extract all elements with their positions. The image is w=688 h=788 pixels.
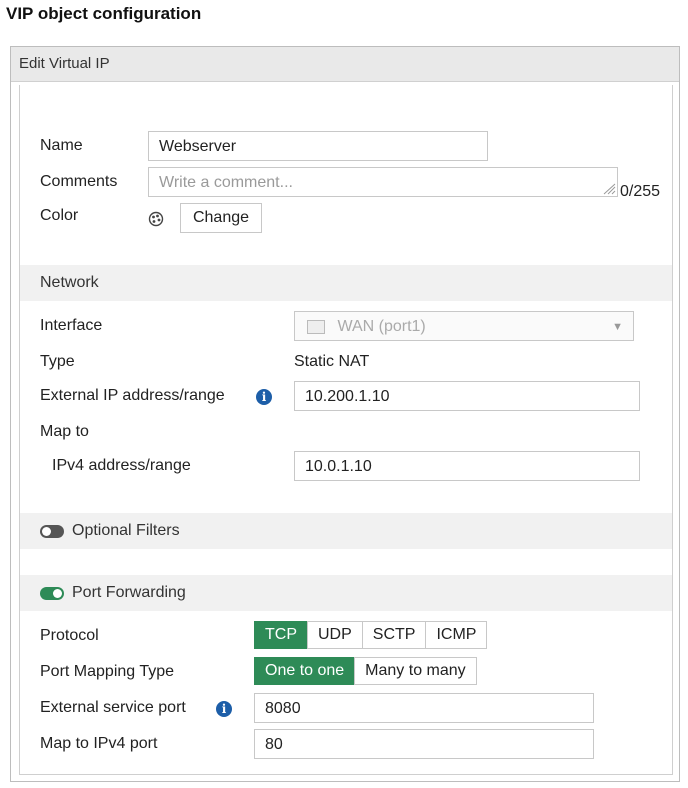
color-label: Color: [40, 207, 79, 224]
comments-textarea[interactable]: Write a comment...: [148, 167, 618, 197]
port-forwarding-section: Port Forwarding: [20, 575, 672, 611]
interface-select[interactable]: WAN (port1) ▼: [294, 311, 634, 341]
panel-title: Edit Virtual IP: [11, 47, 679, 82]
protocol-option-sctp[interactable]: SCTP: [361, 621, 427, 649]
optional-filters-section: Optional Filters: [20, 513, 672, 549]
name-label: Name: [40, 137, 83, 154]
comments-counter: 0/255: [620, 183, 661, 200]
map-to-ipv4-port-label: Map to IPv4 port: [40, 735, 158, 752]
mapping-option-many-to-many[interactable]: Many to many: [354, 657, 477, 685]
name-input[interactable]: Webserver: [148, 131, 488, 161]
optional-filters-label: Optional Filters: [72, 522, 180, 539]
protocol-option-udp[interactable]: UDP: [307, 621, 363, 649]
external-ip-label: External IP address/range: [40, 387, 225, 404]
port-mapping-type-label: Port Mapping Type: [40, 663, 175, 680]
port-forwarding-label: Port Forwarding: [72, 584, 186, 601]
info-icon[interactable]: i: [256, 389, 272, 405]
interface-value: WAN (port1): [337, 318, 426, 335]
external-ip-input[interactable]: 10.200.1.10: [294, 381, 640, 411]
protocol-option-tcp[interactable]: TCP: [254, 621, 308, 649]
comments-label: Comments: [40, 173, 118, 190]
resize-grip-icon[interactable]: [602, 183, 616, 195]
external-service-port-input[interactable]: 8080: [254, 693, 594, 723]
ipv4-range-input[interactable]: 10.0.1.10: [294, 451, 640, 481]
optional-filters-toggle[interactable]: [40, 525, 64, 538]
mapping-option-one-to-one[interactable]: One to one: [254, 657, 356, 685]
type-label: Type: [40, 353, 75, 370]
network-port-icon: [307, 319, 325, 334]
port-forwarding-toggle[interactable]: [40, 587, 64, 600]
external-service-port-label: External service port: [40, 699, 186, 716]
protocol-label: Protocol: [40, 627, 99, 644]
protocol-option-icmp[interactable]: ICMP: [425, 621, 488, 649]
network-section-header: Network: [20, 265, 672, 301]
interface-label: Interface: [40, 317, 103, 334]
form-body: Name Webserver Comments Write a comment.…: [19, 85, 673, 775]
info-icon[interactable]: i: [216, 701, 232, 717]
ipv4-range-label: IPv4 address/range: [52, 457, 191, 474]
type-value: Static NAT: [294, 353, 370, 370]
page-caption: VIP object configuration: [6, 4, 202, 23]
palette-icon: [148, 211, 164, 227]
edit-virtual-ip-panel: Edit Virtual IP Name Webserver Comments …: [10, 46, 680, 782]
network-section-title: Network: [40, 274, 99, 291]
protocol-selector: TCP UDP SCTP ICMP: [254, 621, 488, 649]
change-color-button[interactable]: Change: [180, 203, 262, 233]
chevron-down-icon[interactable]: ▼: [612, 312, 623, 342]
port-mapping-selector: One to one Many to many: [254, 657, 477, 685]
map-to-label: Map to: [40, 423, 89, 440]
map-to-ipv4-port-input[interactable]: 80: [254, 729, 594, 759]
